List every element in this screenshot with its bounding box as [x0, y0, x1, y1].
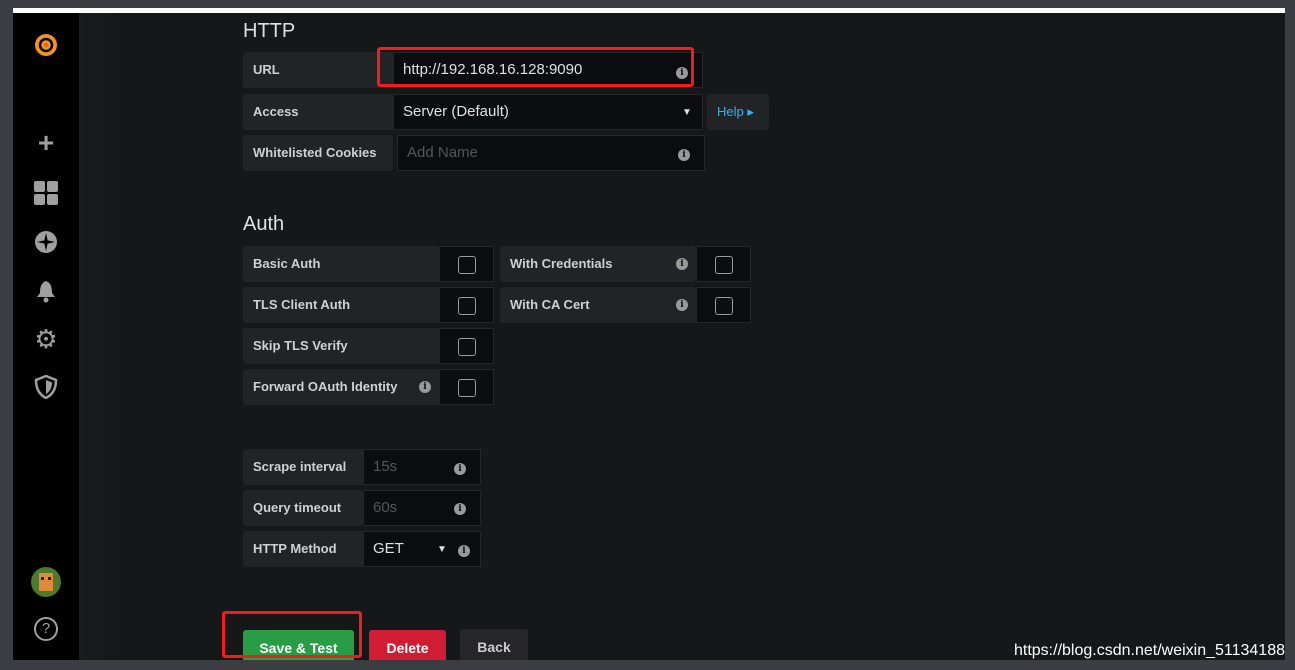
- tls-client-auth-label: TLS Client Auth: [243, 287, 439, 323]
- help-icon[interactable]: ?: [34, 617, 58, 641]
- with-ca-cert-label: With CA Cert: [500, 287, 696, 323]
- server-admin-shield-icon[interactable]: [34, 374, 58, 400]
- basic-auth-cell: [439, 246, 494, 282]
- with-credentials-label: With Credentials: [500, 246, 696, 282]
- window-bottom-border: [0, 660, 1295, 670]
- basic-auth-label: Basic Auth: [243, 246, 439, 282]
- skip-tls-label: Skip TLS Verify: [243, 328, 439, 364]
- explore-compass-icon[interactable]: [34, 230, 58, 254]
- cookies-info-icon[interactable]: i: [678, 149, 690, 161]
- plus-icon[interactable]: +: [34, 129, 58, 157]
- back-button[interactable]: Back: [460, 629, 528, 663]
- http-section-title: HTTP: [243, 20, 296, 42]
- alerting-bell-icon[interactable]: [34, 279, 58, 303]
- url-label: URL: [243, 52, 393, 88]
- oauth-checkbox[interactable]: [458, 379, 476, 397]
- scrape-info-icon[interactable]: i: [454, 463, 466, 475]
- access-select[interactable]: Server (Default): [393, 94, 703, 130]
- credentials-info-icon[interactable]: i: [676, 258, 688, 270]
- method-info-icon[interactable]: i: [458, 545, 470, 557]
- scrape-interval-label: Scrape interval: [243, 449, 363, 485]
- basic-auth-checkbox[interactable]: [458, 256, 476, 274]
- query-timeout-label: Query timeout: [243, 490, 363, 526]
- with-ca-cert-checkbox[interactable]: [715, 297, 733, 315]
- delete-button[interactable]: Delete: [369, 630, 446, 664]
- auth-section-title: Auth: [243, 213, 285, 235]
- skip-tls-checkbox[interactable]: [458, 338, 476, 356]
- sidebar: + ⚙ ?: [13, 13, 79, 660]
- configuration-gear-icon[interactable]: ⚙: [34, 326, 58, 352]
- tls-client-auth-checkbox[interactable]: [458, 297, 476, 315]
- oauth-cell: [439, 369, 494, 405]
- with-credentials-cell: [696, 246, 751, 282]
- tls-client-auth-cell: [439, 287, 494, 323]
- help-button[interactable]: Help ▸: [707, 94, 769, 130]
- with-ca-cert-cell: [696, 287, 751, 323]
- url-highlight-box: [377, 47, 694, 87]
- with-credentials-checkbox[interactable]: [715, 256, 733, 274]
- watermark: https://blog.csdn.net/weixin_51134188: [1013, 642, 1285, 659]
- user-avatar[interactable]: [31, 567, 61, 597]
- oauth-info-icon[interactable]: i: [419, 381, 431, 393]
- timeout-info-icon[interactable]: i: [454, 503, 466, 515]
- skip-tls-cell: [439, 328, 494, 364]
- dashboards-icon[interactable]: [34, 181, 58, 205]
- http-method-label: HTTP Method: [243, 531, 363, 567]
- access-label: Access: [243, 94, 393, 130]
- method-caret-icon: ▼: [437, 544, 447, 555]
- cookies-label: Whitelisted Cookies: [243, 135, 393, 171]
- oauth-label: Forward OAuth Identity: [243, 369, 439, 405]
- grafana-logo-icon[interactable]: [31, 30, 61, 60]
- access-caret-icon: ▼: [682, 107, 692, 118]
- cookies-input[interactable]: Add Name: [397, 135, 705, 171]
- save-highlight-box: [222, 611, 362, 658]
- ca-cert-info-icon[interactable]: i: [676, 299, 688, 311]
